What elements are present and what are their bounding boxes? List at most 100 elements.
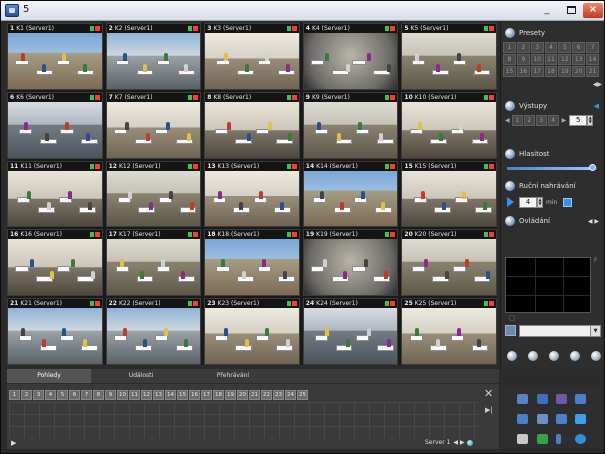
preset-button[interactable]: 10 <box>530 54 544 65</box>
pause-icon[interactable] <box>556 434 561 444</box>
tab-views[interactable]: Pohledy <box>7 369 91 383</box>
views-close-button[interactable]: ✕ <box>484 388 493 399</box>
camera-tile[interactable]: 15 K15 (Server1) <box>401 160 497 228</box>
export-icon[interactable] <box>591 351 601 361</box>
sequence-icon[interactable] <box>575 414 586 424</box>
camera-tile[interactable]: 3 K3 (Server1) <box>204 23 300 90</box>
layout-16-icon[interactable] <box>575 394 586 404</box>
view-button[interactable]: 12 <box>141 390 152 400</box>
view-button[interactable]: 20 <box>237 390 248 400</box>
output-button[interactable]: 1 <box>511 114 523 126</box>
camera-select[interactable]: ▼ <box>519 325 601 337</box>
preset-button[interactable]: 5 <box>558 42 572 53</box>
camera-tile[interactable]: 21 K21 (Server1) <box>7 298 103 365</box>
camera-tile[interactable]: 13 K13 (Server1) <box>204 160 300 228</box>
close-button[interactable]: × <box>583 3 603 18</box>
camera-tile[interactable]: 12 K12 (Server1) <box>105 160 202 228</box>
camera-tile[interactable]: 19 K19 (Server1) <box>302 229 399 297</box>
fullscreen-icon[interactable] <box>528 351 538 361</box>
tab-playback[interactable]: Přehrávání <box>191 369 275 383</box>
layout-9-icon[interactable] <box>556 394 567 404</box>
camera-tile[interactable]: 9 K9 (Server1) <box>302 91 399 159</box>
views-play-button[interactable]: ▶ <box>11 439 16 447</box>
camera-tile[interactable]: 10 K10 (Server1) <box>401 91 497 159</box>
preset-button[interactable]: 21 <box>586 66 599 77</box>
lock-icon[interactable]: ▢ <box>509 314 516 322</box>
camera-tile[interactable]: 7 K7 (Server1) <box>105 91 202 159</box>
preset-button[interactable]: 17 <box>530 66 544 77</box>
preset-button[interactable]: 20 <box>572 66 586 77</box>
preset-button[interactable]: 16 <box>516 66 530 77</box>
camera-tile[interactable]: 18 K18 (Server1) <box>204 229 300 297</box>
view-button[interactable]: 13 <box>153 390 164 400</box>
camera-tile[interactable]: 8 K8 (Server1) <box>204 91 300 159</box>
minimize-button[interactable]: _ <box>535 3 559 18</box>
record-icon[interactable] <box>563 197 573 207</box>
view-button[interactable]: 3 <box>33 390 44 400</box>
camera-tile[interactable]: 14 K14 (Server1) <box>302 160 399 228</box>
preset-button[interactable]: 4 <box>544 42 558 53</box>
message-icon[interactable] <box>570 351 580 361</box>
preset-button[interactable]: 8 <box>503 54 516 65</box>
chevron-down-icon[interactable]: ▼ <box>590 326 600 336</box>
views-next-button[interactable]: ▶| <box>485 406 493 414</box>
tab-events[interactable]: Události <box>99 369 183 383</box>
view-button[interactable]: 17 <box>201 390 212 400</box>
view-button[interactable]: 5 <box>57 390 68 400</box>
view-button[interactable]: 22 <box>261 390 272 400</box>
print-icon[interactable] <box>517 434 528 444</box>
camera-tile[interactable]: 22 K22 (Server1) <box>105 298 202 365</box>
layout-25-icon[interactable] <box>517 414 528 424</box>
preset-button[interactable]: 12 <box>558 54 572 65</box>
view-button[interactable]: 6 <box>69 390 80 400</box>
view-button[interactable]: 7 <box>81 390 92 400</box>
map-icon[interactable] <box>537 434 548 444</box>
volume-slider[interactable] <box>507 164 597 171</box>
settings-icon[interactable] <box>549 351 559 361</box>
preset-button[interactable]: 13 <box>572 54 586 65</box>
preset-button[interactable]: 7 <box>586 42 599 53</box>
camera-tile[interactable]: 6 K6 (Server1) <box>7 91 103 159</box>
view-button[interactable]: 2 <box>21 390 32 400</box>
outputs-count-stepper[interactable]: ▲ ▼ <box>587 114 594 126</box>
camera-tile[interactable]: 24 K24 (Server1) <box>302 298 399 365</box>
layout-4-icon[interactable] <box>537 394 548 404</box>
view-button[interactable]: 25 <box>297 390 308 400</box>
view-button[interactable]: 23 <box>273 390 284 400</box>
view-button[interactable]: 24 <box>285 390 296 400</box>
layout-custom-icon[interactable] <box>537 414 548 424</box>
preset-button[interactable]: 2 <box>516 42 530 53</box>
presets-scroll-arrows[interactable]: ◀▶ <box>593 81 602 88</box>
view-button[interactable]: 11 <box>129 390 140 400</box>
camera-tile[interactable]: 17 K17 (Server1) <box>105 229 202 297</box>
camera-tile[interactable]: 20 K20 (Server1) <box>401 229 497 297</box>
camera-tile[interactable]: 1 K1 (Server1) <box>7 23 103 90</box>
camera-tile[interactable]: 4 K4 (Server1) <box>302 23 399 90</box>
camera-tile[interactable]: 25 K25 (Server1) <box>401 298 497 365</box>
outputs-next-icon[interactable]: ▶ <box>562 117 567 124</box>
preset-button[interactable]: 9 <box>516 54 530 65</box>
preset-button[interactable]: 1 <box>503 42 516 53</box>
camera-tile[interactable]: 11 K11 (Server1) <box>7 160 103 228</box>
view-button[interactable]: 4 <box>45 390 56 400</box>
output-button[interactable]: 4 <box>547 114 559 126</box>
view-button[interactable]: 14 <box>165 390 176 400</box>
preset-button[interactable]: 6 <box>572 42 586 53</box>
recording-minutes-stepper[interactable]: ▲ ▼ <box>537 196 543 208</box>
outputs-count-input[interactable]: 5 <box>569 114 588 126</box>
camera-tile[interactable]: 2 K2 (Server1) <box>105 23 202 90</box>
recording-minutes-input[interactable]: 4 <box>519 196 537 208</box>
server-nav-arrows[interactable]: ◀ ▶ <box>453 439 464 446</box>
title-bar[interactable]: 5 _ × <box>1 1 604 21</box>
snapshot-icon[interactable] <box>507 351 517 361</box>
output-button[interactable]: 3 <box>535 114 547 126</box>
speaker-icon[interactable]: ◀ <box>594 102 599 110</box>
view-button[interactable]: 16 <box>189 390 200 400</box>
ptz-control-view[interactable] <box>505 257 591 313</box>
view-button[interactable]: 21 <box>249 390 260 400</box>
server-selector[interactable]: Server 1 ◀ ▶ <box>425 439 473 446</box>
preset-button[interactable]: 18 <box>544 66 558 77</box>
preset-button[interactable]: 14 <box>586 54 599 65</box>
outputs-prev-icon[interactable]: ◀ <box>505 117 510 124</box>
view-button[interactable]: 8 <box>93 390 104 400</box>
